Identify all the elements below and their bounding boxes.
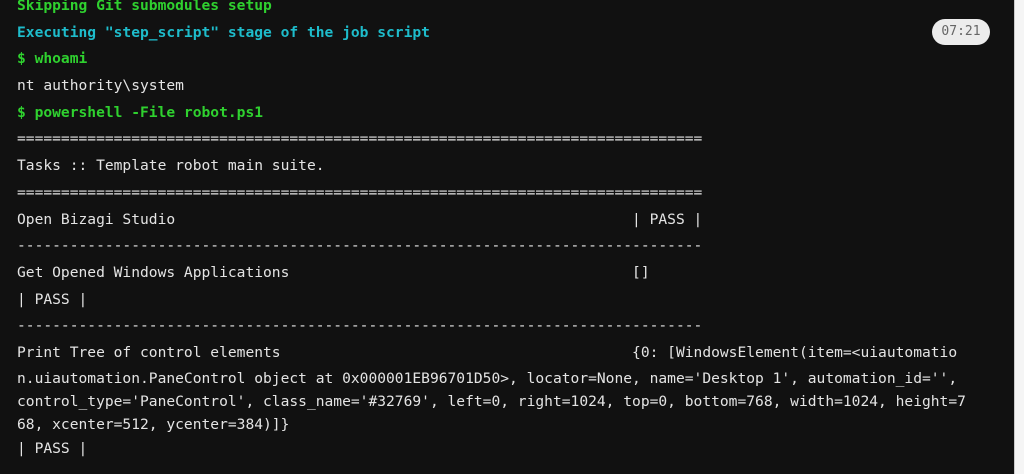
log-line: Skipping Git submodules setup — [17, 0, 272, 14]
log-line: n.uiautomation.PaneControl object at 0x0… — [17, 369, 958, 387]
log-line: Tasks :: Template robot main suite. — [17, 157, 325, 175]
timestamp-badge: 07:21 — [932, 19, 990, 45]
log-line: | PASS | — [17, 439, 88, 457]
log-line: ========================================… — [17, 183, 703, 201]
log-line: $ whoami — [17, 50, 88, 68]
job-log-output: Skipping Git submodules setup Executing "… — [17, 0, 1017, 462]
log-line: Print Tree of control elements {0: [Wind… — [17, 343, 958, 361]
log-line: Open Bizagi Studio | PASS | — [17, 210, 703, 228]
scrollbar[interactable] — [1014, 0, 1024, 474]
log-line: $ powershell -File robot.ps1 — [17, 103, 264, 121]
log-line: ----------------------------------------… — [17, 317, 703, 335]
log-line: Executing "step_script" stage of the job… — [17, 23, 430, 41]
log-line: ----------------------------------------… — [17, 237, 703, 255]
log-line: ========================================… — [17, 130, 703, 148]
log-line: Get Opened Windows Applications [] — [17, 263, 650, 281]
log-line: nt authority\system — [17, 77, 184, 95]
log-line: | PASS | — [17, 290, 88, 308]
log-line: 68, xcenter=512, ycenter=384)]} — [17, 415, 290, 433]
log-line: control_type='PaneControl', class_name='… — [17, 392, 966, 410]
